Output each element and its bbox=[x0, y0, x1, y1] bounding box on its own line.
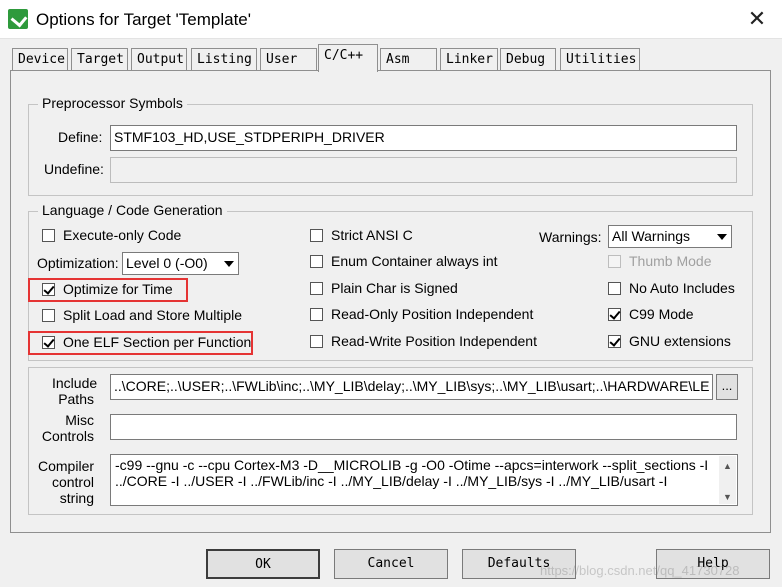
optimization-label: Optimization: bbox=[37, 255, 119, 271]
tab-asm[interactable]: Asm bbox=[380, 48, 437, 70]
enum-container-label: Enum Container always int bbox=[331, 253, 498, 269]
split-load-label: Split Load and Store Multiple bbox=[63, 307, 242, 323]
execute-only-label: Execute-only Code bbox=[63, 227, 182, 243]
tab-cc[interactable]: C/C++ bbox=[318, 44, 378, 72]
optimization-select[interactable]: Level 0 (-O0) bbox=[122, 252, 239, 275]
no-auto-includes-checkbox[interactable] bbox=[608, 282, 621, 295]
tab-debug[interactable]: Debug bbox=[500, 48, 556, 70]
one-elf-checkbox[interactable] bbox=[42, 336, 55, 349]
define-input[interactable]: STMF103_HD,USE_STDPERIPH_DRIVER bbox=[110, 125, 737, 151]
watermark-text: https://blog.csdn.net/qq_41730728 bbox=[540, 563, 740, 578]
scroll-down-arrow-icon[interactable]: ▼ bbox=[719, 489, 736, 505]
warnings-value: All Warnings bbox=[612, 228, 691, 244]
compiler-string-line2: ../CORE -I ../USER -I ../FWLib/inc -I ..… bbox=[115, 473, 668, 489]
optimize-time-label: Optimize for Time bbox=[63, 281, 173, 297]
keil-app-icon bbox=[8, 9, 28, 29]
ro-pi-checkbox[interactable] bbox=[310, 308, 323, 321]
language-group-title: Language / Code Generation bbox=[38, 202, 227, 218]
one-elf-label: One ELF Section per Function bbox=[63, 334, 252, 350]
tab-linker[interactable]: Linker bbox=[440, 48, 498, 70]
rw-pi-label: Read-Write Position Independent bbox=[331, 333, 537, 349]
define-label: Define: bbox=[58, 129, 103, 145]
execute-only-checkbox[interactable] bbox=[42, 229, 55, 242]
rw-pi-checkbox[interactable] bbox=[310, 335, 323, 348]
include-paths-browse-button[interactable]: ... bbox=[716, 374, 738, 400]
tab-listing[interactable]: Listing bbox=[191, 48, 257, 70]
chevron-down-icon[interactable] bbox=[221, 254, 237, 272]
compiler-string-label-line2: control bbox=[51, 474, 94, 490]
cancel-button[interactable]: Cancel bbox=[334, 549, 448, 579]
optimize-time-checkbox[interactable] bbox=[42, 283, 55, 296]
strict-ansi-label: Strict ANSI C bbox=[331, 227, 413, 243]
plain-char-label: Plain Char is Signed bbox=[331, 280, 458, 296]
thumb-mode-label: Thumb Mode bbox=[629, 253, 712, 269]
compiler-string-scrollbar[interactable]: ▲ ▼ bbox=[719, 456, 736, 504]
gnu-extensions-checkbox[interactable] bbox=[608, 335, 621, 348]
compiler-string-label-line3: string bbox=[59, 490, 94, 506]
tab-target[interactable]: Target bbox=[71, 48, 128, 70]
compiler-string-label-line1: Compiler bbox=[38, 458, 95, 474]
optimization-value: Level 0 (-O0) bbox=[126, 255, 208, 271]
plain-char-checkbox[interactable] bbox=[310, 282, 323, 295]
scroll-up-arrow-icon[interactable]: ▲ bbox=[719, 458, 736, 474]
c99-mode-label: C99 Mode bbox=[629, 306, 694, 322]
close-button[interactable]: ✕ bbox=[738, 6, 776, 32]
tab-output[interactable]: Output bbox=[131, 48, 187, 70]
include-paths-label-line2: Paths bbox=[58, 391, 94, 407]
compiler-string-textarea[interactable]: -c99 --gnu -c --cpu Cortex-M3 -D__MICROL… bbox=[110, 454, 738, 506]
c99-mode-checkbox[interactable] bbox=[608, 308, 621, 321]
ro-pi-label: Read-Only Position Independent bbox=[331, 306, 534, 322]
window-title: Options for Target 'Template' bbox=[36, 10, 252, 29]
tab-device[interactable]: Device bbox=[12, 48, 68, 70]
tab-utilities[interactable]: Utilities bbox=[560, 48, 640, 70]
thumb-mode-checkbox[interactable] bbox=[608, 255, 621, 268]
chevron-down-icon[interactable] bbox=[714, 227, 730, 245]
undefine-input[interactable] bbox=[110, 157, 737, 183]
warnings-select[interactable]: All Warnings bbox=[608, 225, 732, 248]
misc-controls-label-line2: Controls bbox=[41, 428, 94, 444]
undefine-label: Undefine: bbox=[44, 161, 104, 177]
split-load-checkbox[interactable] bbox=[42, 309, 55, 322]
ok-button[interactable]: OK bbox=[206, 549, 320, 579]
enum-container-checkbox[interactable] bbox=[310, 255, 323, 268]
misc-controls-label-line1: Misc bbox=[65, 412, 94, 428]
gnu-extensions-label: GNU extensions bbox=[629, 333, 731, 349]
strict-ansi-checkbox[interactable] bbox=[310, 229, 323, 242]
preprocessor-group-title: Preprocessor Symbols bbox=[38, 95, 187, 111]
include-paths-label-line1: Include bbox=[52, 375, 98, 391]
warnings-label: Warnings: bbox=[539, 229, 602, 245]
compiler-string-line1: -c99 --gnu -c --cpu Cortex-M3 -D__MICROL… bbox=[115, 457, 709, 473]
no-auto-includes-label: No Auto Includes bbox=[629, 280, 735, 296]
include-paths-input[interactable]: ..\CORE;..\USER;..\FWLib\inc;..\MY_LIB\d… bbox=[110, 374, 713, 400]
misc-controls-input[interactable] bbox=[110, 414, 737, 440]
tab-user[interactable]: User bbox=[260, 48, 317, 70]
